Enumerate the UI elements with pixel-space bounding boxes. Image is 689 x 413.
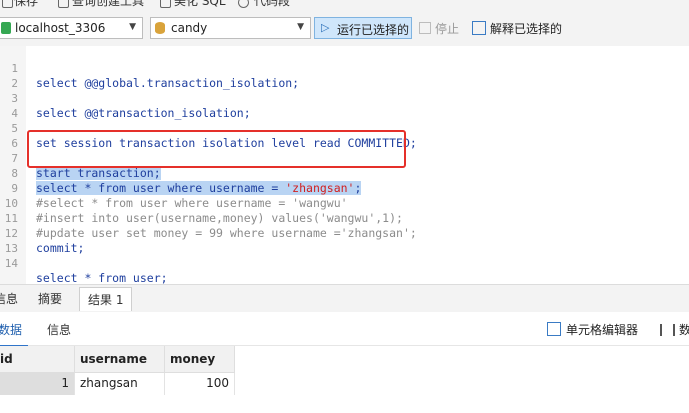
- query-toolbar: localhost_3306 ▼ candy ▼ ▷ 运行已选择的 停止 解释已…: [0, 12, 689, 47]
- save-icon: [2, 0, 13, 8]
- save-menu-item[interactable]: 保存: [14, 0, 38, 9]
- query-builder-icon: [58, 0, 69, 8]
- stop-button[interactable]: 停止: [419, 20, 459, 37]
- beautify-icon: [160, 0, 171, 8]
- run-selected-button[interactable]: ▷ 运行已选择的: [314, 17, 412, 39]
- column-header-money[interactable]: money: [165, 346, 235, 373]
- stop-icon: [419, 22, 431, 34]
- editor-line: 12 commit;: [0, 211, 689, 255]
- tab-info[interactable]: 信息: [0, 290, 18, 307]
- editor-line: 1 select @@global.transaction_isolation;: [0, 46, 689, 90]
- table-cell-username[interactable]: zhangsan: [75, 373, 165, 395]
- code-snippet-menu-item[interactable]: 代码段: [254, 0, 290, 9]
- database-select[interactable]: candy ▼: [150, 17, 311, 39]
- columns-icon: [660, 324, 675, 336]
- play-icon: ▷: [321, 21, 330, 34]
- subtab-info[interactable]: 信息: [47, 321, 71, 338]
- column-header-id[interactable]: id: [0, 346, 75, 373]
- stop-label: 停止: [435, 22, 460, 36]
- connection-icon: [1, 22, 11, 34]
- highlight-box: [27, 130, 406, 168]
- edit-icon: [547, 322, 561, 336]
- table-cell-id[interactable]: 1: [0, 373, 75, 395]
- result-tabs: 信息 摘要 结果 1: [0, 284, 689, 313]
- top-menu-strip: 保存 查询创建工具 美化 SQL 代码段: [0, 0, 689, 12]
- tab-result-1[interactable]: 结果 1: [79, 287, 133, 311]
- chevron-down-icon: ▼: [297, 22, 304, 32]
- connection-select[interactable]: localhost_3306 ▼: [0, 17, 143, 39]
- editor-line: 14 select * from user;: [0, 241, 689, 285]
- explain-selected-button[interactable]: 解释已选择的: [472, 20, 562, 37]
- result-subtabs: 数据 信息 单元格编辑器 数据: [0, 312, 689, 347]
- editor-line: 11 #update user set money = 99 where use…: [0, 196, 689, 240]
- connection-select-label: localhost_3306: [15, 21, 106, 35]
- data-panel-label: 数据: [679, 323, 689, 337]
- database-select-label: candy: [171, 21, 208, 35]
- query-builder-menu-item[interactable]: 查询创建工具: [72, 0, 144, 9]
- editor-line: 3 select @@transaction_isolation;: [0, 76, 689, 120]
- data-panel-button[interactable]: 数据: [660, 321, 689, 338]
- editor-line: 13: [0, 226, 689, 255]
- chevron-down-icon: ▼: [129, 22, 136, 32]
- line-number: 14: [4, 257, 18, 270]
- editor-line: 9 #select * from user where username = '…: [0, 166, 689, 210]
- database-icon: [155, 22, 165, 34]
- beautify-sql-menu-item[interactable]: 美化 SQL: [174, 0, 226, 9]
- editor-line: 2: [0, 61, 689, 90]
- code-snippet-icon: [238, 0, 249, 8]
- editor-line: 5 set session transaction isolation leve…: [0, 106, 689, 150]
- explain-selected-label: 解释已选择的: [490, 22, 563, 36]
- editor-line: 4: [0, 91, 689, 120]
- table-cell-money[interactable]: 100: [165, 373, 235, 395]
- tab-summary[interactable]: 摘要: [38, 290, 62, 307]
- sql-editor[interactable]: 1 select @@global.transaction_isolation;…: [0, 46, 689, 285]
- explain-icon: [472, 21, 486, 35]
- column-header-username[interactable]: username: [75, 346, 165, 373]
- editor-line: 10 #insert into user(username,money) val…: [0, 181, 689, 225]
- cell-editor-label: 单元格编辑器: [566, 323, 639, 337]
- run-selected-label: 运行已选择的: [337, 23, 410, 37]
- cell-editor-button[interactable]: 单元格编辑器: [547, 321, 638, 338]
- subtab-data[interactable]: 数据: [0, 321, 29, 347]
